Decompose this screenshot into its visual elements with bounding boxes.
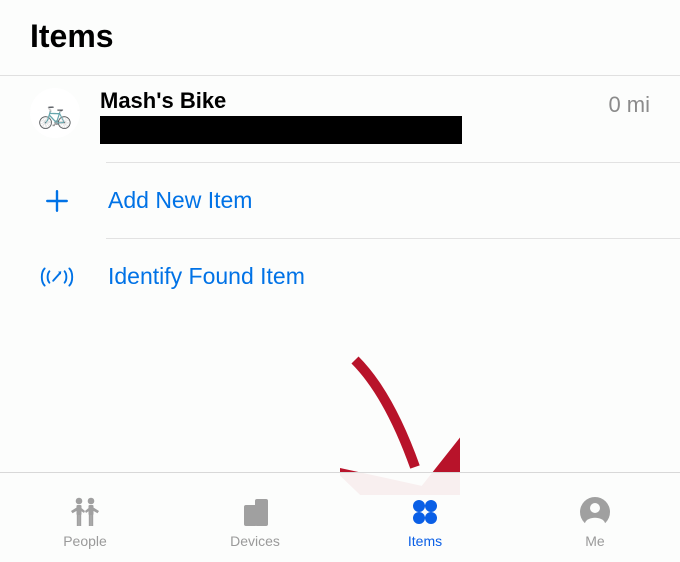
identify-found-item-button[interactable]: Identify Found Item [0,239,680,314]
people-icon [67,495,103,529]
tab-me-label: Me [585,533,604,549]
add-new-item-label: Add New Item [108,187,252,214]
tab-devices[interactable]: Devices [170,473,340,562]
items-grid-icon [410,495,440,529]
person-circle-icon [579,495,611,529]
item-row-mashs-bike[interactable]: 🚲 Mash's Bike 0 mi [0,76,680,162]
item-icon-wrap: 🚲 [30,88,80,138]
add-new-item-button[interactable]: Add New Item [0,163,680,238]
page-title: Items [30,18,650,55]
tab-items-label: Items [408,533,442,549]
identify-found-item-label: Identify Found Item [108,263,305,290]
tab-me[interactable]: Me [510,473,680,562]
item-distance: 0 mi [608,92,650,118]
tab-bar: People Devices Items Me [0,472,680,562]
item-location-redacted [100,116,462,144]
item-name: Mash's Bike [100,88,588,114]
plus-icon [38,188,76,214]
broadcast-icon [38,264,76,290]
items-header: Items [0,0,680,75]
item-main: Mash's Bike [100,88,588,144]
bicycle-icon: 🚲 [38,97,73,130]
tab-items[interactable]: Items [340,473,510,562]
devices-icon [238,495,272,529]
tab-people[interactable]: People [0,473,170,562]
tab-people-label: People [63,533,107,549]
tab-devices-label: Devices [230,533,280,549]
